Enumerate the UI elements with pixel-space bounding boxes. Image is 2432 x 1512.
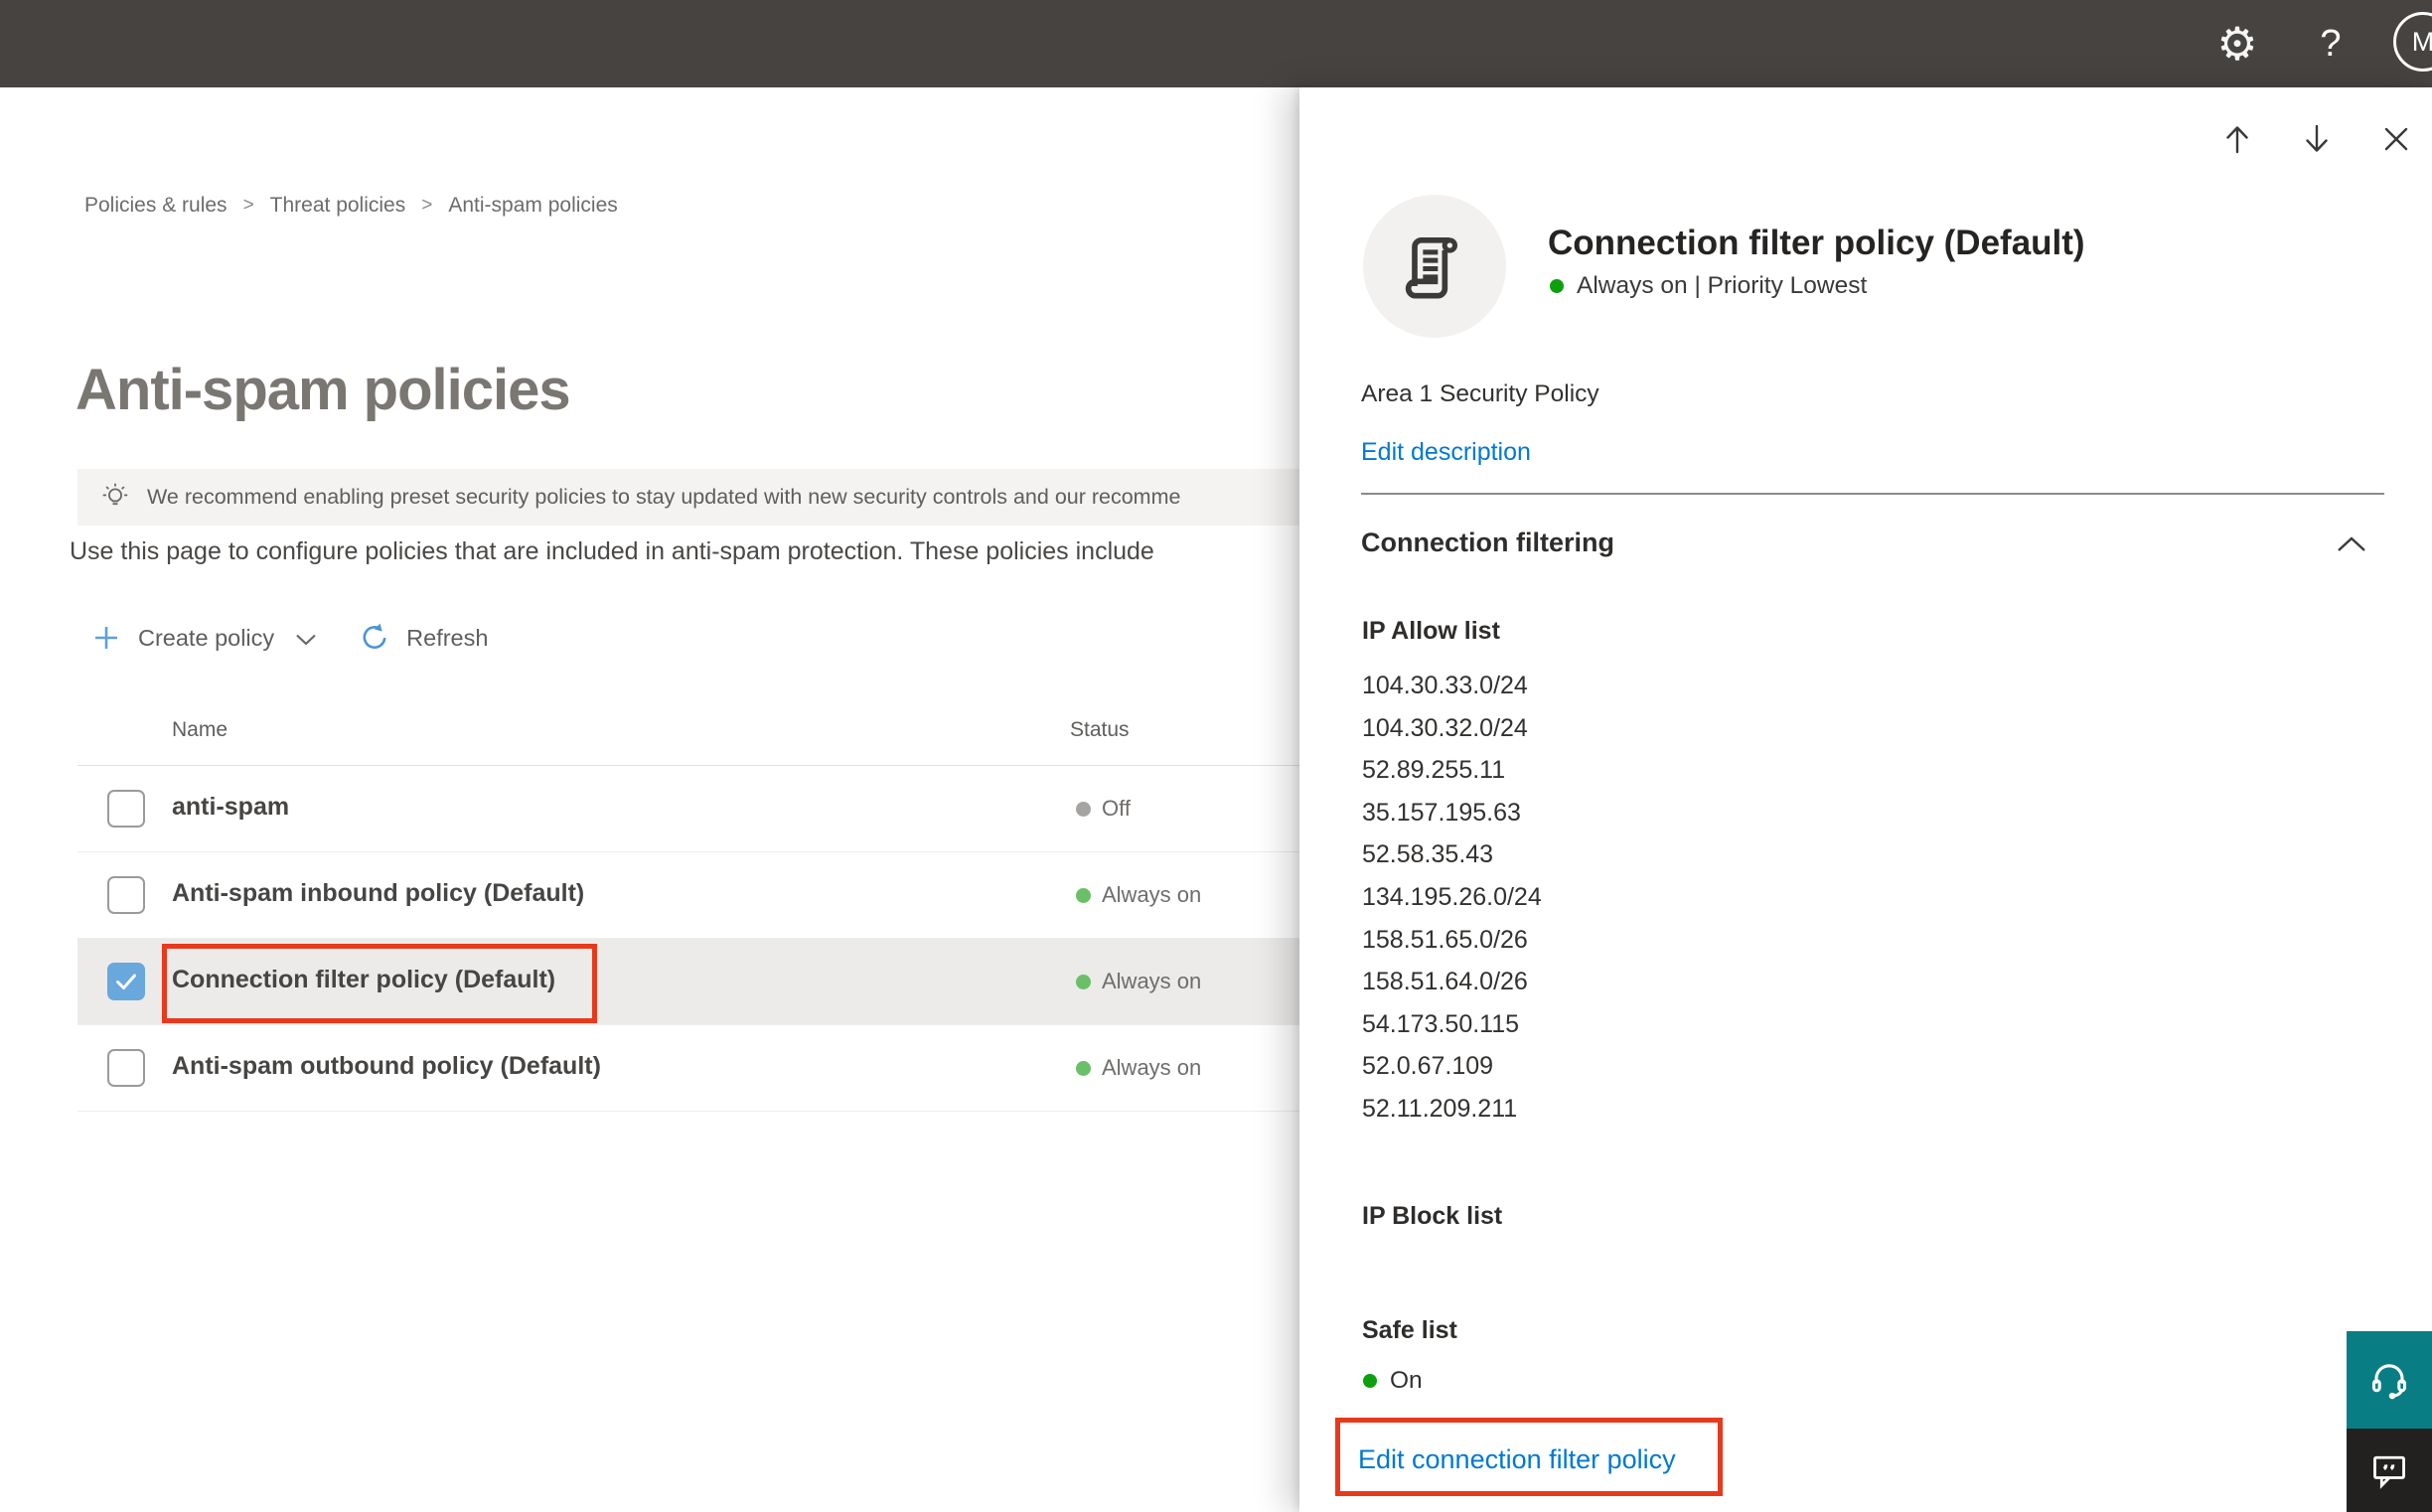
safe-list-status: On: [1363, 1367, 1423, 1395]
recommendation-banner: We recommend enabling preset security po…: [77, 469, 1331, 526]
policy-table: anti-spam Off Anti-spam inbound policy (…: [77, 766, 1331, 1112]
edit-connection-filter-policy-link[interactable]: Edit connection filter policy: [1358, 1444, 1676, 1475]
column-header-name[interactable]: Name: [172, 718, 228, 742]
flyout-divider: [1361, 493, 2384, 495]
screen: ⚙ ? M Policies & rules > Threat policies…: [0, 0, 2432, 1512]
ip-allow-item: 52.11.209.211: [1362, 1094, 1518, 1123]
status-dot-off: [1076, 801, 1091, 817]
policy-status: Always on: [1076, 1025, 1201, 1111]
safe-list-status-label: On: [1390, 1367, 1423, 1394]
ip-allow-item: 158.51.64.0/26: [1362, 968, 1528, 996]
refresh-icon: [363, 623, 386, 649]
breadcrumb-policies-rules[interactable]: Policies & rules: [84, 194, 228, 218]
ip-allow-item: 104.30.32.0/24: [1362, 713, 1528, 742]
policy-name[interactable]: Anti-spam outbound policy (Default): [172, 1052, 601, 1081]
create-policy-label: Create policy: [138, 624, 275, 651]
chevron-down-icon: [296, 634, 316, 646]
status-dot-on: [1363, 1374, 1377, 1388]
connection-filtering-section-header[interactable]: Connection filtering: [1361, 528, 1614, 558]
flyout-nav: [2217, 119, 2416, 159]
create-policy-button[interactable]: Create policy: [91, 623, 318, 653]
table-row-connection-filter-policy[interactable]: Connection filter policy (Default) Alway…: [77, 939, 1331, 1025]
refresh-label: Refresh: [406, 624, 489, 651]
policy-status: Always on: [1076, 939, 1201, 1024]
help-icon[interactable]: ?: [2311, 18, 2351, 70]
flyout-status-label: Always on | Priority Lowest: [1577, 272, 1868, 299]
status-dot-on: [1076, 887, 1091, 903]
column-header-status[interactable]: Status: [1070, 718, 1130, 742]
ip-allow-item: 52.0.67.109: [1362, 1052, 1494, 1081]
plus-icon: [95, 627, 117, 649]
account-avatar[interactable]: M: [2393, 12, 2432, 72]
avatar-initial: M: [2411, 26, 2432, 57]
ip-allow-item: 52.58.35.43: [1362, 840, 1494, 869]
status-label: Always on: [1102, 882, 1202, 907]
headset-icon: [2371, 1364, 2407, 1400]
status-label: Always on: [1102, 1055, 1202, 1080]
policy-name[interactable]: Connection filter policy (Default): [172, 966, 555, 994]
flyout-status: Always on | Priority Lowest: [1550, 272, 1867, 300]
status-dot-on: [1076, 974, 1091, 989]
ip-block-list-header: IP Block list: [1362, 1202, 1503, 1230]
row-checkbox[interactable]: [107, 1049, 145, 1087]
policy-details-flyout: Connection filter policy (Default) Alway…: [1299, 87, 2432, 1512]
status-dot-on: [1076, 1060, 1091, 1076]
page-title: Anti-spam policies: [76, 357, 571, 422]
settings-gear-icon[interactable]: ⚙: [2213, 18, 2261, 70]
refresh-button[interactable]: Refresh: [358, 621, 488, 655]
scroll-icon: [1405, 237, 1458, 299]
status-label: Always on: [1102, 969, 1202, 993]
check-icon: [116, 974, 136, 989]
ip-allow-item: 134.195.26.0/24: [1362, 882, 1542, 911]
policy-status: Off: [1076, 766, 1131, 851]
breadcrumb-separator: >: [421, 195, 433, 216]
next-item-arrow-down-icon[interactable]: [2297, 119, 2337, 159]
lightbulb-icon: [102, 482, 128, 505]
banner-text: We recommend enabling preset security po…: [147, 485, 1181, 509]
policy-status: Always on: [1076, 852, 1201, 938]
feedback-button[interactable]: [2347, 1429, 2432, 1512]
breadcrumb-anti-spam-policies[interactable]: Anti-spam policies: [448, 194, 617, 218]
status-label: Off: [1102, 796, 1131, 821]
policy-name[interactable]: Anti-spam inbound policy (Default): [172, 879, 584, 908]
ip-allow-item: 54.173.50.115: [1362, 1009, 1520, 1038]
ip-allow-item: 52.89.255.11: [1362, 756, 1506, 785]
ip-allow-list: 104.30.33.0/24 104.30.32.0/24 52.89.255.…: [1362, 665, 1542, 1131]
table-row-anti-spam[interactable]: anti-spam Off: [77, 766, 1331, 852]
breadcrumb: Policies & rules > Threat policies > Ant…: [84, 194, 618, 218]
policy-name[interactable]: anti-spam: [172, 793, 289, 822]
safe-list-header: Safe list: [1362, 1316, 1457, 1344]
ip-allow-item: 104.30.33.0/24: [1362, 672, 1528, 699]
breadcrumb-threat-policies[interactable]: Threat policies: [270, 194, 406, 218]
command-bar: Create policy Refresh: [91, 612, 488, 664]
row-checkbox[interactable]: [107, 876, 145, 914]
edit-description-link[interactable]: Edit description: [1361, 438, 1531, 467]
feedback-chat-icon: [2373, 1455, 2405, 1489]
status-dot-always-on: [1550, 279, 1564, 293]
flyout-title: Connection filter policy (Default): [1548, 224, 2085, 262]
policy-description: Area 1 Security Policy: [1361, 380, 1599, 407]
support-button[interactable]: [2347, 1331, 2432, 1429]
table-row-outbound-policy[interactable]: Anti-spam outbound policy (Default) Alwa…: [77, 1025, 1331, 1112]
row-checkbox-checked[interactable]: [107, 963, 145, 1000]
topbar: ⚙ ? M: [0, 0, 2432, 87]
close-icon[interactable]: [2376, 119, 2416, 159]
ip-allow-item: 35.157.195.63: [1362, 798, 1521, 827]
previous-item-arrow-up-icon[interactable]: [2217, 119, 2257, 159]
chevron-up-icon[interactable]: [2335, 534, 2368, 554]
page-description: Use this page to configure policies that…: [70, 537, 1154, 565]
row-checkbox[interactable]: [107, 790, 145, 828]
ip-allow-item: 158.51.65.0/26: [1362, 925, 1528, 954]
table-row-inbound-policy[interactable]: Anti-spam inbound policy (Default) Alway…: [77, 852, 1331, 939]
policy-scroll-avatar: [1363, 195, 1506, 338]
ip-allow-list-header: IP Allow list: [1362, 617, 1500, 645]
breadcrumb-separator: >: [242, 195, 254, 216]
